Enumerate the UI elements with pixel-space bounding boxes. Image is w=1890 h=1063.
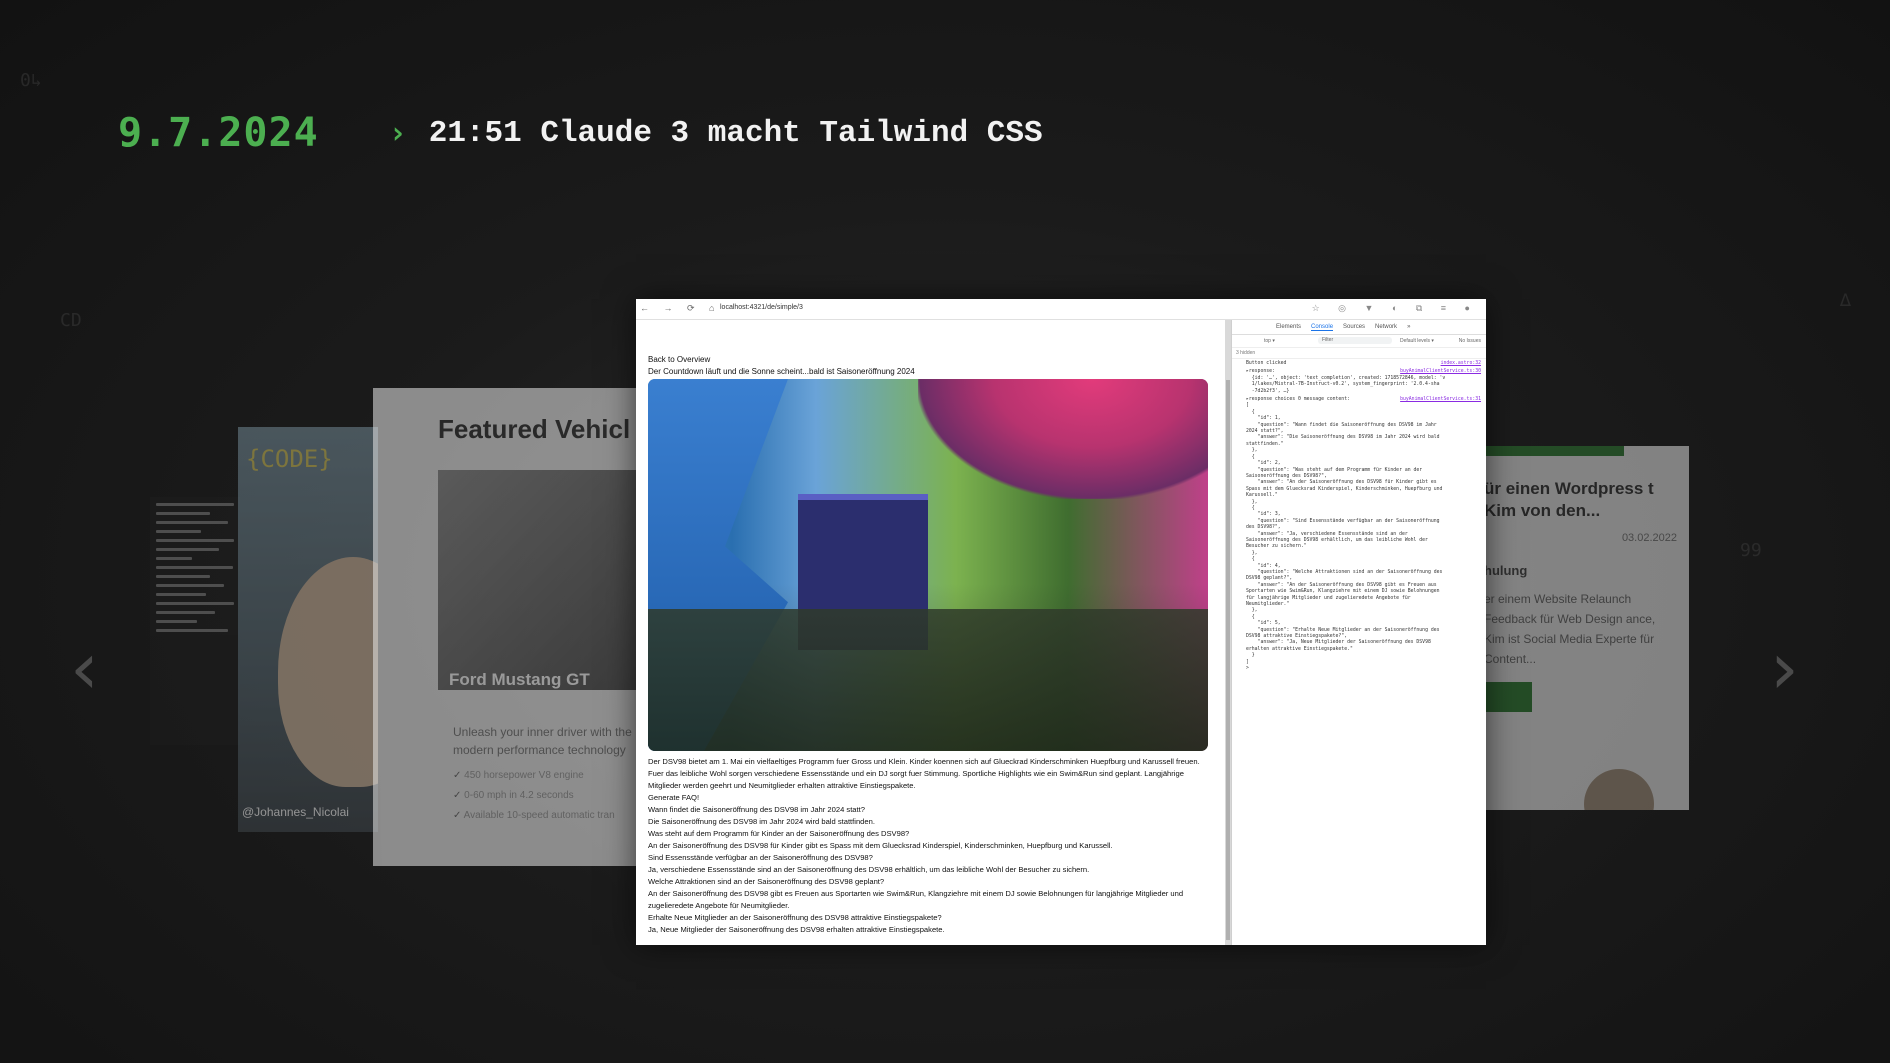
article-heading: Der Countdown läuft und die Sonne schein… — [648, 367, 915, 376]
console-filter-input[interactable]: Filter — [1318, 337, 1392, 344]
console-message: ▸response choices 0 message content: buyA… — [1246, 397, 1481, 403]
console-toolbar: top ▾ Filter Default levels ▾ No Issues — [1232, 335, 1486, 348]
console-message: Button clicked index.astro:32 — [1246, 361, 1481, 366]
featured-screenshot: ← → ⟳ ⌂ localhost:4321/de/simple/3 ☆ ◎ ▼… — [636, 299, 1486, 945]
devtools-tabs: Elements Console Sources Network » — [1232, 320, 1486, 335]
carousel-next-arrow-icon[interactable]: › — [1770, 632, 1799, 704]
address-bar[interactable]: localhost:4321/de/simple/3 — [720, 304, 803, 311]
vehicle-card-title: Featured Vehicl — [438, 414, 631, 444]
blog-category-bar — [1484, 446, 1624, 456]
background-code-texture: ∆ — [1840, 290, 1851, 311]
page-title: 21:51 Claude 3 macht Tailwind CSS — [428, 115, 1043, 151]
faq-answer: Die Saisoneröffnung des DSV98 im Jahr 20… — [648, 817, 875, 826]
vehicle-name: Ford Mustang GT — [449, 670, 590, 689]
hidden-messages-count: 3 hidden — [1232, 348, 1486, 359]
console-json-output: [ { "id": 1, "question": "Wann findet di… — [1246, 403, 1443, 672]
console-log: Button clicked index.astro:32 ▸response: b… — [1232, 359, 1486, 673]
carousel-prev-arrow-icon[interactable]: ‹ — [70, 632, 99, 704]
browser-toolbar: ← → ⟳ ⌂ localhost:4321/de/simple/3 ☆ ◎ ▼… — [636, 299, 1486, 320]
carousel-card-vehicle[interactable]: Featured Vehicl Ford Mustang GT Unleash … — [373, 388, 653, 866]
faq-answer: An der Saisoneröffnung des DSV98 für Kin… — [648, 841, 1113, 850]
faq-question: Erhalte Neue Mitglieder an der Saisonerö… — [648, 913, 942, 922]
faq-answer: Ja, Neue Mitglieder der Saisoneröffnung … — [648, 925, 945, 934]
article-paragraph: Der DSV98 bietet am 1. Mai ein vielfaelt… — [648, 757, 1200, 790]
faq-question: Sind Essensstände verfügbar an der Saiso… — [648, 853, 873, 862]
console-object-preview[interactable]: {id: '…', object: 'text_completion', cre… — [1232, 376, 1486, 395]
author-avatar — [1584, 769, 1654, 810]
faq-answer: An der Saisoneröffnung des DSV98 gibt es… — [648, 889, 1184, 910]
console-message[interactable]: ▸response: buyAnimalClientService.ts:30 — [1232, 367, 1486, 375]
vehicle-feature: 0-60 mph in 4.2 seconds — [453, 790, 574, 801]
back-to-overview-link[interactable]: Back to Overview — [648, 355, 710, 364]
extension-icons[interactable]: ☆ ◎ ▼ ◐ ⧉ ≡ ● — [1312, 303, 1478, 314]
vehicle-feature: Available 10-speed automatic tran — [453, 810, 615, 821]
more-tabs-icon[interactable]: » — [1407, 324, 1410, 330]
blog-excerpt: er einem Website Relaunch Feedback für W… — [1484, 592, 1656, 666]
web-page: Back to Overview Der Countdown läuft und… — [636, 320, 1225, 945]
tab-console[interactable]: Console — [1311, 324, 1334, 331]
faq-question: Welche Attraktionen sind an der Saisoner… — [648, 877, 885, 886]
portrait-image — [278, 557, 378, 787]
carousel-card-blog[interactable]: ür einen Wordpress t Kim von den... 03.0… — [1484, 446, 1689, 810]
code-logo: {CODE} — [246, 445, 333, 473]
tab-network[interactable]: Network — [1375, 324, 1397, 330]
faq-answer: Ja, verschiedene Essensstände sind an de… — [648, 865, 1090, 874]
context-select[interactable]: top ▾ — [1264, 338, 1275, 344]
article-body: Der DSV98 bietet am 1. Mai ein vielfaelt… — [648, 756, 1213, 936]
background-code-texture: 0↳ — [20, 70, 42, 91]
date-label: 9.7.2024 — [118, 110, 319, 156]
carousel-card-code[interactable] — [150, 497, 240, 745]
issues-indicator[interactable]: No Issues — [1459, 338, 1481, 344]
blog-subtitle: hulung — [1484, 563, 1528, 578]
blog-read-more-button[interactable] — [1484, 682, 1532, 712]
carousel-card-portrait[interactable]: {CODE} @Johannes_Nicolai — [238, 427, 378, 832]
generate-faq-link[interactable]: Generate FAQ! — [648, 792, 1213, 804]
background-code-texture: 99 — [1740, 540, 1762, 561]
background-code-texture: CD — [60, 310, 82, 331]
page-header: 9.7.2024 › 21:51 Claude 3 macht Tailwind… — [118, 108, 1043, 158]
vehicle-feature: 450 horsepower V8 engine — [453, 770, 584, 781]
blog-title: ür einen Wordpress t Kim von den... — [1484, 479, 1654, 520]
log-levels-select[interactable]: Default levels ▾ — [1400, 338, 1434, 344]
blog-date: 03.02.2022 — [1621, 532, 1677, 544]
vehicle-image — [438, 470, 653, 690]
hero-image — [648, 379, 1208, 751]
portrait-handle: @Johannes_Nicolai — [242, 805, 349, 819]
scrollbar-thumb[interactable] — [1226, 380, 1230, 940]
tab-sources[interactable]: Sources — [1343, 324, 1365, 330]
browser-nav-icons[interactable]: ← → ⟳ ⌂ — [640, 303, 720, 314]
chevron-right-icon: › — [388, 115, 407, 151]
devtools-panel: Elements Console Sources Network » top ▾… — [1231, 320, 1486, 945]
faq-question: Wann findet die Saisoneröffnung des DSV9… — [648, 805, 865, 814]
vehicle-description: Unleash your inner driver with the moder… — [453, 725, 632, 757]
faq-question: Was steht auf dem Programm für Kinder an… — [648, 829, 910, 838]
tab-elements[interactable]: Elements — [1276, 324, 1301, 330]
